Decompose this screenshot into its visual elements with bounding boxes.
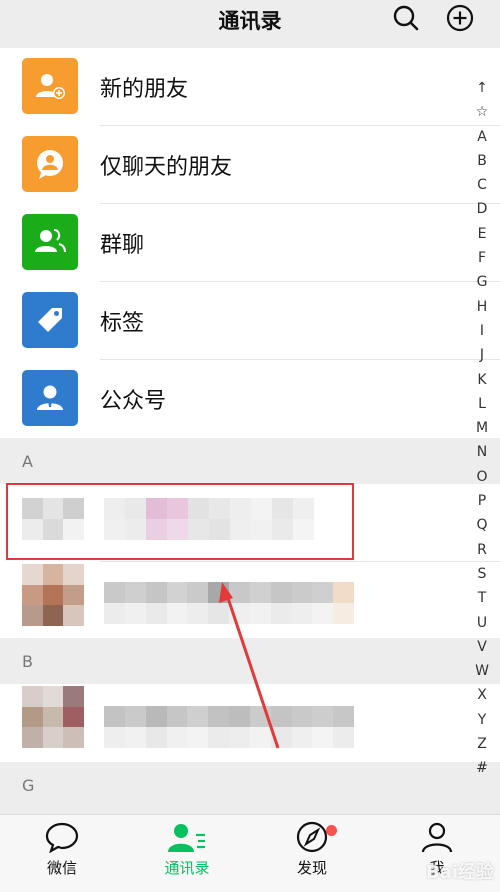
index-letter[interactable]: H: [470, 295, 494, 319]
tab-contacts[interactable]: 通讯录: [137, 821, 237, 891]
index-letter[interactable]: Y: [470, 708, 494, 732]
index-letter[interactable]: S: [470, 562, 494, 586]
index-letter[interactable]: C: [470, 173, 494, 197]
add-icon[interactable]: [446, 4, 474, 32]
index-letter[interactable]: W: [470, 659, 494, 683]
tab-bar: 微信 通讯录 发现 我 Bai经验: [0, 814, 500, 892]
contact-name-blurred: [104, 706, 354, 748]
index-letter[interactable]: J: [470, 343, 494, 367]
official-accounts-label: 公众号: [100, 389, 167, 414]
contact-row[interactable]: [0, 684, 500, 762]
new-friends-label: 新的朋友: [100, 77, 189, 102]
chat-bubble-icon: [45, 822, 79, 853]
chat-only-friends-label: 仅聊天的朋友: [100, 155, 233, 180]
official-accounts-item[interactable]: 公众号: [0, 360, 500, 438]
profile-icon: [421, 822, 453, 853]
official-account-icon: [22, 370, 78, 426]
section-letter: G: [22, 776, 35, 795]
tab-discover[interactable]: 发现: [262, 821, 362, 891]
chat-only-icon: [22, 136, 78, 192]
section-letter: B: [22, 652, 33, 671]
tab-label: 发现: [296, 859, 327, 877]
new-friends-item[interactable]: 新的朋友: [0, 48, 500, 126]
index-letter[interactable]: P: [470, 489, 494, 513]
index-letter[interactable]: U: [470, 611, 494, 635]
header: 通讯录: [0, 0, 500, 44]
tags-item[interactable]: 标签: [0, 282, 500, 360]
contact-name-blurred: [104, 582, 354, 624]
avatar: [22, 564, 84, 626]
tab-chats[interactable]: 微信: [12, 821, 112, 891]
index-letter[interactable]: N: [470, 440, 494, 464]
group-chats-item[interactable]: 群聊: [0, 204, 500, 282]
index-letter[interactable]: V: [470, 635, 494, 659]
tag-icon: [22, 292, 78, 348]
index-letter[interactable]: ↑: [470, 76, 494, 100]
index-letter[interactable]: I: [470, 319, 494, 343]
index-letter[interactable]: B: [470, 149, 494, 173]
section-header-a: A: [0, 438, 500, 484]
chat-only-friends-item[interactable]: 仅聊天的朋友: [0, 126, 500, 204]
avatar: [22, 686, 84, 748]
search-icon[interactable]: [392, 4, 420, 32]
section-header-b: B: [0, 638, 500, 684]
index-letter[interactable]: X: [470, 683, 494, 707]
tab-label: 微信: [46, 859, 77, 877]
index-letter[interactable]: L: [470, 392, 494, 416]
index-letter[interactable]: M: [470, 416, 494, 440]
index-letter[interactable]: T: [470, 586, 494, 610]
new-friend-icon: [22, 58, 78, 114]
contact-row[interactable]: [0, 562, 500, 640]
compass-icon: [296, 821, 328, 853]
tags-label: 标签: [100, 311, 145, 336]
highlight-annotation: [6, 483, 354, 560]
index-letter[interactable]: ☆: [470, 100, 494, 124]
tab-label: 通讯录: [164, 859, 210, 877]
alphabet-index[interactable]: ↑ ☆ A B C D E F G H I J K L M N O P Q R S T U V W X Y Z #: [470, 76, 494, 781]
watermark-logo: Bai经验: [425, 862, 494, 883]
index-letter[interactable]: E: [470, 222, 494, 246]
index-letter[interactable]: F: [470, 246, 494, 270]
group-chats-label: 群聊: [100, 233, 145, 258]
section-letter: A: [22, 452, 33, 471]
index-letter[interactable]: K: [470, 368, 494, 392]
index-letter[interactable]: O: [470, 465, 494, 489]
index-letter[interactable]: R: [470, 538, 494, 562]
contacts-icon: [168, 824, 205, 852]
index-letter[interactable]: Q: [470, 513, 494, 537]
discover-badge: [326, 825, 337, 836]
group-chat-icon: [22, 214, 78, 270]
page-title: 通讯录: [218, 9, 282, 33]
index-letter[interactable]: A: [470, 125, 494, 149]
index-letter[interactable]: #: [470, 756, 494, 780]
index-letter[interactable]: D: [470, 197, 494, 221]
index-letter[interactable]: Z: [470, 732, 494, 756]
index-letter[interactable]: G: [470, 270, 494, 294]
section-header-g: G: [0, 762, 500, 808]
